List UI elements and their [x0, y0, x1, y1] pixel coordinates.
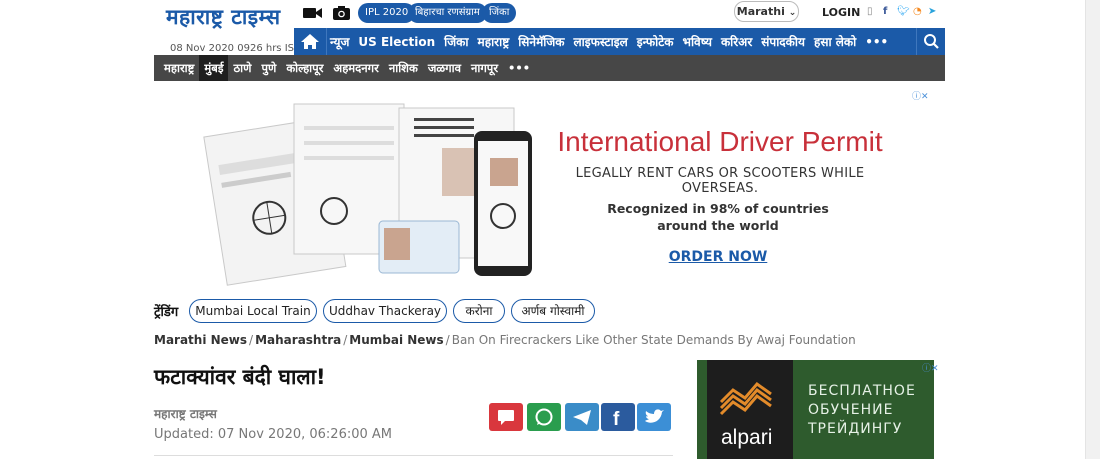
site-logo[interactable]: महाराष्ट्र टाइम्स	[166, 3, 281, 31]
city-item-kolhapur[interactable]: कोल्हापूर	[281, 55, 328, 81]
city-item-nagpur[interactable]: नागपूर	[466, 55, 503, 81]
nav-item-bhavishya[interactable]: भविष्य	[683, 33, 712, 50]
svg-text:f: f	[613, 409, 620, 430]
city-nav: महाराष्ट्र मुंबई ठाणे पुणे कोल्हापूर अहम…	[154, 55, 945, 81]
breadcrumb: Marathi News / Maharashtra / Mumbai News / Ban…	[154, 333, 856, 347]
side-ad-line1: БЕСПЛАТНОЕ	[808, 383, 916, 399]
pill-bihar[interactable]: बिहारचा रणसंग्राम	[408, 3, 487, 23]
city-item-nashik[interactable]: नाशिक	[384, 55, 423, 81]
search-icon	[924, 34, 939, 49]
trending-chip-mumbai-local-train[interactable]: Mumbai Local Train	[189, 299, 317, 323]
breadcrumb-separator: /	[445, 333, 450, 347]
city-nav-items: महाराष्ट्र मुंबई ठाणे पुणे कोल्हापूर अहम…	[159, 55, 535, 81]
city-item-jalgaon[interactable]: जळगाव	[423, 55, 466, 81]
comment-button[interactable]	[489, 403, 523, 431]
trending-chip-corona[interactable]: करोना	[453, 299, 505, 323]
city-item-thane[interactable]: ठाणे	[228, 55, 256, 81]
trending-chip-arnab-goswami[interactable]: अर्णब गोस्वामी	[511, 299, 595, 323]
side-ad[interactable]: alpari БЕСПЛАТНОЕ ОБУЧЕНИЕ ТРЕЙДИНГУ	[697, 360, 934, 459]
pill-jinka[interactable]: जिंका	[482, 3, 517, 23]
article-author[interactable]: महाराष्ट्र टाइम्स	[154, 405, 217, 422]
breadcrumb-separator: /	[249, 333, 254, 347]
city-item-ahmednagar[interactable]: अहमदनगर	[328, 55, 383, 81]
comment-icon	[498, 410, 514, 425]
side-adchoices-icon[interactable]: ⓘ✕	[922, 361, 939, 374]
login-link[interactable]: LOGIN	[822, 6, 860, 19]
date-line: 08 Nov 2020 0926 hrs IST	[170, 43, 301, 54]
city-item-mumbai[interactable]: मुंबई	[199, 55, 229, 81]
nav-item-maharashtra[interactable]: महाराष्ट्र	[478, 33, 510, 50]
search-button[interactable]	[916, 28, 945, 55]
nav-item-us-election[interactable]: US Election	[358, 35, 435, 49]
nav-item-news[interactable]: न्यूज	[330, 33, 349, 50]
nav-item-editorial[interactable]: संपादकीय	[761, 33, 805, 50]
trending-label: ट्रेंडिंग	[154, 305, 179, 320]
telegram-icon[interactable]: ➤	[928, 6, 936, 17]
mobile-icon[interactable]: ▯	[867, 6, 873, 17]
ad-recognized-line2: around the world	[657, 218, 779, 233]
telegram-share-button[interactable]	[565, 403, 599, 431]
home-icon	[301, 34, 319, 49]
home-button[interactable]	[294, 28, 327, 55]
twitter-icon	[645, 409, 664, 423]
ad-subtitle: LEGALLY RENT CARS OR SCOOTERS WHILE OVER…	[575, 166, 865, 196]
city-item-maharashtra[interactable]: महाराष्ट्र	[159, 55, 199, 81]
side-ad-logo-panel: alpari	[707, 360, 793, 459]
ad-recognized: Recognized in 98% of countries around th…	[560, 200, 876, 234]
city-nav-more[interactable]: •••	[503, 55, 535, 81]
side-ad-line2: ОБУЧЕНИЕ	[808, 402, 894, 418]
ad-recognized-line1: Recognized in 98% of countries	[607, 201, 829, 216]
facebook-share-button[interactable]: f	[601, 403, 635, 431]
site-header: महाराष्ट्र टाइम्स 08 Nov 2020 0926 hrs I…	[154, 0, 945, 54]
facebook-icon: f	[613, 409, 620, 430]
adchoices-icon[interactable]: ⓘ✕	[912, 89, 936, 102]
nav-more[interactable]: •••	[865, 35, 888, 49]
language-select[interactable]: Marathi ⌄	[734, 1, 799, 22]
nav-item-cinemagic[interactable]: सिनेमॅजिक	[518, 33, 564, 50]
nav-item-infotech[interactable]: इन्फोटेक	[637, 33, 674, 50]
rss-icon[interactable]: ◔	[913, 6, 922, 17]
side-ad-line3: ТРЕЙДИНГУ	[808, 421, 903, 437]
scrollbar[interactable]	[1085, 0, 1100, 459]
nav-item-hasa-leko[interactable]: हसा लेको	[814, 33, 856, 50]
right-gutter	[945, 0, 1100, 459]
permit-documents-image	[203, 103, 532, 286]
breadcrumb-item-maharashtra[interactable]: Maharashtra	[255, 333, 341, 347]
whatsapp-share-button[interactable]	[527, 403, 561, 431]
alpari-logo-icon	[719, 381, 772, 416]
ad-title: International Driver Permit	[557, 126, 883, 157]
article-updated: Updated: 07 Nov 2020, 06:26:00 AM	[154, 427, 392, 442]
breadcrumb-item-marathi-news[interactable]: Marathi News	[154, 333, 247, 347]
twitter-share-button[interactable]	[637, 403, 671, 431]
nav-item-lifestyle[interactable]: लाइफस्टाइल	[574, 33, 628, 50]
trending-chip-uddhav-thackeray[interactable]: Uddhav Thackeray	[323, 299, 447, 323]
whatsapp-icon	[535, 408, 553, 426]
video-icon[interactable]	[302, 4, 324, 22]
ad-order-now-link[interactable]: ORDER NOW	[560, 249, 876, 265]
city-item-pune[interactable]: पुणे	[256, 55, 281, 81]
divider	[154, 455, 673, 456]
nav-item-career[interactable]: करिअर	[721, 33, 752, 50]
banner-ad[interactable]: International Driver Permit LEGALLY RENT…	[154, 86, 945, 286]
breadcrumb-separator: /	[343, 333, 348, 347]
language-label: Marathi	[736, 5, 785, 18]
nav-items: न्यूज US Election जिंका महाराष्ट्र सिनेम…	[330, 28, 888, 55]
breadcrumb-item-mumbai-news[interactable]: Mumbai News	[349, 333, 443, 347]
chevron-down-icon: ⌄	[788, 8, 797, 18]
pill-ipl[interactable]: IPL 2020	[358, 3, 416, 23]
main-nav: न्यूज US Election जिंका महाराष्ट्र सिनेम…	[294, 28, 945, 55]
telegram-icon	[573, 410, 591, 425]
nav-item-jinka[interactable]: जिंका	[444, 33, 468, 50]
article-title: फटाक्यांवर बंदी घाला!	[154, 365, 326, 389]
camera-icon[interactable]	[331, 4, 353, 22]
facebook-icon[interactable]: f	[883, 6, 887, 17]
twitter-icon[interactable]: 🐦︎	[897, 6, 910, 17]
side-ad-text: БЕСПЛАТНОЕ ОБУЧЕНИЕ ТРЕЙДИНГУ	[808, 382, 916, 439]
breadcrumb-current: Ban On Firecrackers Like Other State Dem…	[451, 333, 856, 347]
side-ad-brand: alpari	[721, 426, 773, 449]
